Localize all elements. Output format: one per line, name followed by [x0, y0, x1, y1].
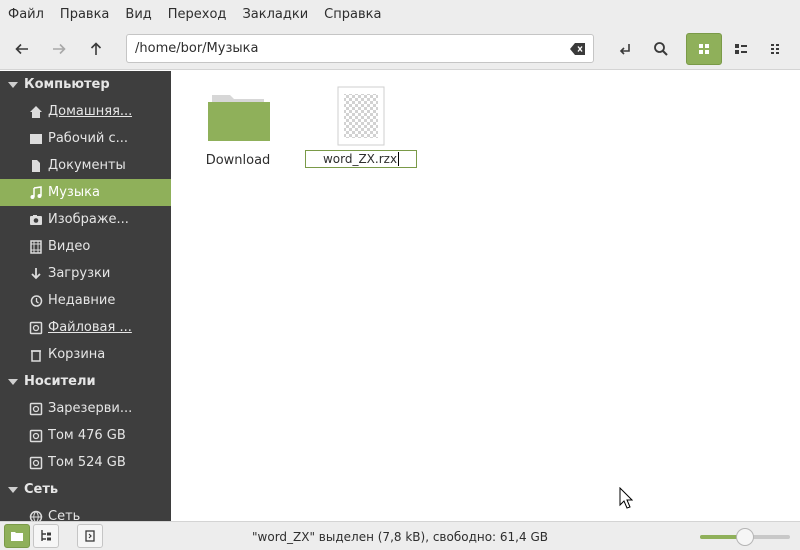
- menu-edit[interactable]: Правка: [60, 7, 109, 22]
- sidebar-item-downloads[interactable]: Загрузки: [0, 260, 171, 287]
- documents-icon: [28, 158, 44, 174]
- up-icon: [90, 42, 102, 55]
- file-view[interactable]: Download word_ZX.rzx: [171, 71, 800, 521]
- sidebar-item-home[interactable]: Домашняя...: [0, 98, 171, 125]
- desktop-icon: [28, 131, 44, 147]
- show-tree-button[interactable]: [33, 524, 59, 548]
- folder-item-download[interactable]: Download: [199, 91, 277, 168]
- status-text: "word_ZX" выделен (7,8 kB), свободно: 61…: [252, 529, 548, 544]
- network-icon: [28, 509, 44, 521]
- compact-view-button[interactable]: [762, 34, 792, 64]
- forward-icon: [53, 43, 66, 55]
- sidebar-item-volume-524[interactable]: Том 524 GB: [0, 449, 171, 476]
- menu-file[interactable]: Файл: [8, 7, 44, 22]
- list-view-button[interactable]: [726, 34, 756, 64]
- sidebar-item-filesystem[interactable]: Файловая ...: [0, 314, 171, 341]
- file-item-word-zx[interactable]: [337, 86, 385, 150]
- sidebar-item-video[interactable]: Видео: [0, 233, 171, 260]
- hide-sidebar-button[interactable]: [77, 524, 103, 548]
- sidebar-item-pictures[interactable]: Изображе...: [0, 206, 171, 233]
- sidebar-header-devices[interactable]: Носители: [0, 368, 171, 395]
- music-icon: [28, 185, 44, 201]
- sidebar-header-computer[interactable]: Компьютер: [0, 71, 171, 98]
- recent-icon: [28, 293, 44, 309]
- location-path[interactable]: /home/bor/Музыка: [135, 41, 258, 56]
- toolbar: /home/bor/Музыка: [0, 28, 800, 70]
- places-folder-icon: [11, 532, 23, 541]
- generic-file-icon: [337, 86, 385, 146]
- folder-icon: [208, 95, 270, 141]
- sidebar-item-network[interactable]: Сеть: [0, 503, 171, 521]
- menu-go[interactable]: Переход: [168, 7, 227, 22]
- sidebar-item-recent[interactable]: Недавние: [0, 287, 171, 314]
- status-bar: "word_ZX" выделен (7,8 kB), свободно: 61…: [0, 521, 800, 550]
- sidebar-item-trash[interactable]: Корзина: [0, 341, 171, 368]
- sidebar-header-network[interactable]: Сеть: [0, 476, 171, 503]
- text-caret: [398, 152, 400, 166]
- menu-view[interactable]: Вид: [125, 7, 151, 22]
- video-icon: [28, 239, 44, 255]
- toggle-location-icon: [619, 44, 630, 55]
- back-icon: [15, 43, 28, 55]
- folder-name: Download: [205, 153, 271, 168]
- menu-bookmarks[interactable]: Закладки: [242, 7, 308, 22]
- rename-field[interactable]: word_ZX.rzx: [305, 150, 417, 168]
- filesystem-icon: [28, 320, 44, 336]
- home-icon: [28, 104, 44, 120]
- search-icon: [654, 42, 668, 56]
- mouse-pointer-icon: [619, 487, 633, 509]
- expander-icon: [8, 81, 18, 88]
- clear-icon[interactable]: [569, 40, 587, 58]
- downloads-icon: [28, 266, 44, 282]
- zoom-slider-handle[interactable]: [736, 528, 754, 546]
- search-button[interactable]: [646, 34, 676, 64]
- sidebar-item-reserved[interactable]: Зарезерви...: [0, 395, 171, 422]
- drive-icon: [28, 455, 44, 471]
- location-bar[interactable]: /home/bor/Музыка: [126, 34, 594, 63]
- list-view-icon: [735, 44, 747, 54]
- tree-icon: [41, 530, 51, 541]
- drive-icon: [28, 401, 44, 417]
- icon-view-icon: [699, 44, 709, 54]
- forward-button[interactable]: [44, 34, 74, 64]
- back-button[interactable]: [7, 34, 37, 64]
- show-places-button[interactable]: [4, 524, 30, 548]
- menu-help[interactable]: Справка: [324, 7, 381, 22]
- compact-view-icon: [771, 44, 779, 54]
- sidebar-toggle-icon: [85, 530, 95, 542]
- up-button[interactable]: [81, 34, 111, 64]
- toggle-location-button[interactable]: [610, 34, 640, 64]
- zoom-slider[interactable]: [700, 528, 790, 546]
- sidebar-item-documents[interactable]: Документы: [0, 152, 171, 179]
- trash-icon: [28, 347, 44, 363]
- expander-icon: [8, 486, 18, 493]
- icon-view-button[interactable]: [686, 33, 722, 65]
- sidebar-item-desktop[interactable]: Рабочий с...: [0, 125, 171, 152]
- menu-bar: Файл Правка Вид Переход Закладки Справка: [0, 0, 800, 28]
- sidebar-item-volume-476[interactable]: Том 476 GB: [0, 422, 171, 449]
- sidebar: Компьютер Домашняя... Рабочий с... Докум…: [0, 71, 171, 521]
- sidebar-item-music[interactable]: Музыка: [0, 179, 171, 206]
- expander-icon: [8, 378, 18, 385]
- pictures-icon: [28, 212, 44, 228]
- drive-icon: [28, 428, 44, 444]
